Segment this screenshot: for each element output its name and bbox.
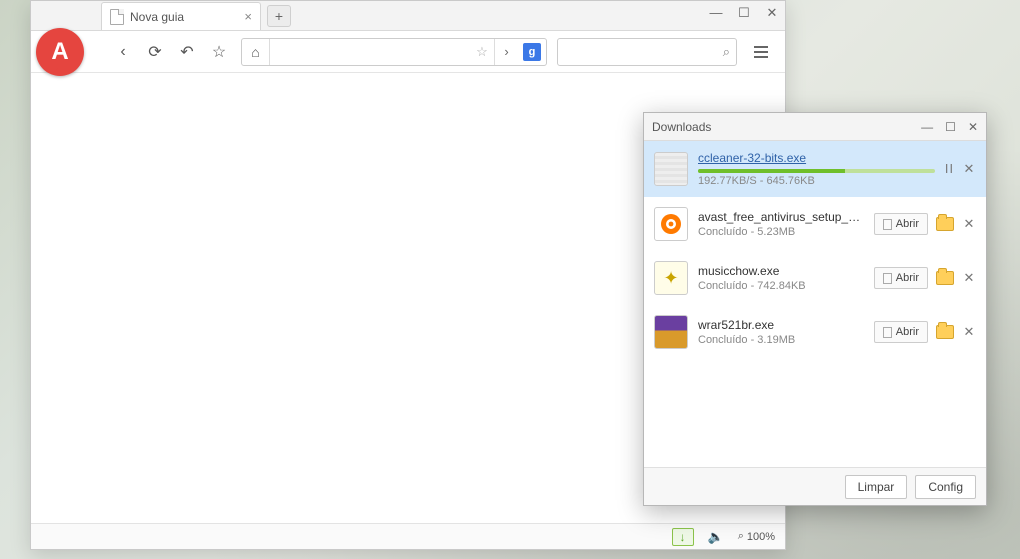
- download-item: wrar521br.exe Concluído - 3.19MB Abrir ✕: [644, 305, 986, 359]
- downloads-window-controls: — ☐ ✕: [921, 120, 978, 134]
- app-logo[interactable]: A: [36, 28, 84, 76]
- download-file-icon: ✦: [654, 261, 688, 295]
- bookmark-page-icon[interactable]: ☆: [470, 44, 494, 60]
- download-item-body: wrar521br.exe Concluído - 3.19MB: [698, 318, 864, 346]
- tab-title: Nova guia: [130, 10, 184, 24]
- download-file-name[interactable]: musicchow.exe: [698, 264, 864, 278]
- download-item-actions: ⅠⅠ ✕: [945, 161, 976, 177]
- download-file-icon: [654, 207, 688, 241]
- tab-close-icon[interactable]: ×: [244, 9, 252, 24]
- undo-button[interactable]: ↶: [173, 38, 201, 66]
- back-button[interactable]: ‹: [109, 38, 137, 66]
- open-folder-icon[interactable]: [936, 271, 954, 285]
- download-item-actions: Abrir ✕: [874, 267, 976, 289]
- window-minimize-button[interactable]: —: [709, 5, 723, 21]
- download-subtext: Concluído - 3.19MB: [698, 334, 864, 346]
- downloads-indicator-icon[interactable]: ↓: [672, 528, 694, 546]
- go-button[interactable]: ›: [494, 39, 518, 65]
- reload-button[interactable]: ⟳: [141, 38, 169, 66]
- remove-download-icon[interactable]: ✕: [962, 324, 976, 340]
- download-item-actions: Abrir ✕: [874, 213, 976, 235]
- app-logo-letter: A: [51, 38, 68, 66]
- zoom-value: 100%: [747, 531, 775, 543]
- document-icon: [883, 273, 892, 284]
- download-item: ✦ musicchow.exe Concluído - 742.84KB Abrir ✕: [644, 251, 986, 305]
- zoom-control[interactable]: ⌕ 100%: [738, 530, 775, 543]
- document-icon: [883, 327, 892, 338]
- downloads-minimize-button[interactable]: —: [921, 120, 933, 134]
- page-icon: [110, 9, 124, 25]
- remove-download-icon[interactable]: ✕: [962, 161, 976, 177]
- config-button[interactable]: Config: [915, 475, 976, 499]
- open-button-label: Abrir: [896, 326, 919, 338]
- open-folder-icon[interactable]: [936, 325, 954, 339]
- menu-button[interactable]: [747, 38, 775, 66]
- tab-new[interactable]: Nova guia ×: [101, 2, 261, 30]
- download-item: avast_free_antivirus_setup_o... Concluído…: [644, 197, 986, 251]
- download-subtext: 192.77KB/S - 645.76KB: [698, 175, 935, 187]
- zoom-icon: ⌕: [738, 530, 744, 543]
- search-input[interactable]: [564, 45, 723, 59]
- remove-download-icon[interactable]: ✕: [962, 270, 976, 286]
- new-tab-button[interactable]: +: [267, 5, 291, 27]
- pause-button[interactable]: ⅠⅠ: [945, 162, 954, 176]
- open-button[interactable]: Abrir: [874, 267, 928, 289]
- downloads-titlebar[interactable]: Downloads — ☐ ✕: [644, 113, 986, 141]
- download-item: ccleaner-32-bits.exe 192.77KB/S - 645.76K…: [644, 141, 986, 197]
- open-folder-icon[interactable]: [936, 217, 954, 231]
- download-item-body: musicchow.exe Concluído - 742.84KB: [698, 264, 864, 292]
- bookmark-star-button[interactable]: ☆: [205, 38, 233, 66]
- tab-strip: Nova guia × + — ☐ ✕: [31, 1, 785, 31]
- open-button[interactable]: Abrir: [874, 321, 928, 343]
- downloads-maximize-button[interactable]: ☐: [945, 120, 956, 134]
- open-button-label: Abrir: [896, 272, 919, 284]
- downloads-list: ccleaner-32-bits.exe 192.77KB/S - 645.76K…: [644, 141, 986, 467]
- download-subtext: Concluído - 5.23MB: [698, 226, 864, 238]
- download-file-icon: [654, 315, 688, 349]
- download-item-actions: Abrir ✕: [874, 321, 976, 343]
- search-icon[interactable]: ⌕: [723, 44, 730, 60]
- download-item-body: avast_free_antivirus_setup_o... Concluído…: [698, 210, 864, 238]
- window-controls: — ☐ ✕: [709, 5, 779, 21]
- open-button[interactable]: Abrir: [874, 213, 928, 235]
- address-input[interactable]: [270, 45, 470, 59]
- download-file-icon: [654, 152, 688, 186]
- search-box: ⌕: [557, 38, 737, 66]
- window-maximize-button[interactable]: ☐: [737, 5, 751, 21]
- google-badge-icon[interactable]: g: [523, 43, 541, 61]
- address-bar: ⌂ ☆ › g: [241, 38, 547, 66]
- open-button-label: Abrir: [896, 218, 919, 230]
- download-subtext: Concluído - 742.84KB: [698, 280, 864, 292]
- window-close-button[interactable]: ✕: [765, 5, 779, 21]
- document-icon: [883, 219, 892, 230]
- downloads-close-button[interactable]: ✕: [968, 120, 978, 134]
- download-file-name[interactable]: avast_free_antivirus_setup_o...: [698, 210, 864, 224]
- toolbar: ‹ ⟳ ↶ ☆ ⌂ ☆ › g ⌕: [31, 31, 785, 73]
- download-item-body: ccleaner-32-bits.exe 192.77KB/S - 645.76K…: [698, 151, 935, 187]
- clear-button[interactable]: Limpar: [845, 475, 908, 499]
- downloads-title: Downloads: [652, 120, 711, 134]
- download-file-name[interactable]: wrar521br.exe: [698, 318, 864, 332]
- volume-icon[interactable]: 🔈: [708, 529, 724, 545]
- download-file-name[interactable]: ccleaner-32-bits.exe: [698, 151, 935, 165]
- downloads-footer: Limpar Config: [644, 467, 986, 505]
- downloads-panel: Downloads — ☐ ✕ ccleaner-32-bits.exe 192.…: [643, 112, 987, 506]
- status-bar: ↓ 🔈 ⌕ 100%: [31, 523, 785, 549]
- remove-download-icon[interactable]: ✕: [962, 216, 976, 232]
- download-progress-bar: [698, 169, 935, 173]
- home-button[interactable]: ⌂: [242, 39, 270, 65]
